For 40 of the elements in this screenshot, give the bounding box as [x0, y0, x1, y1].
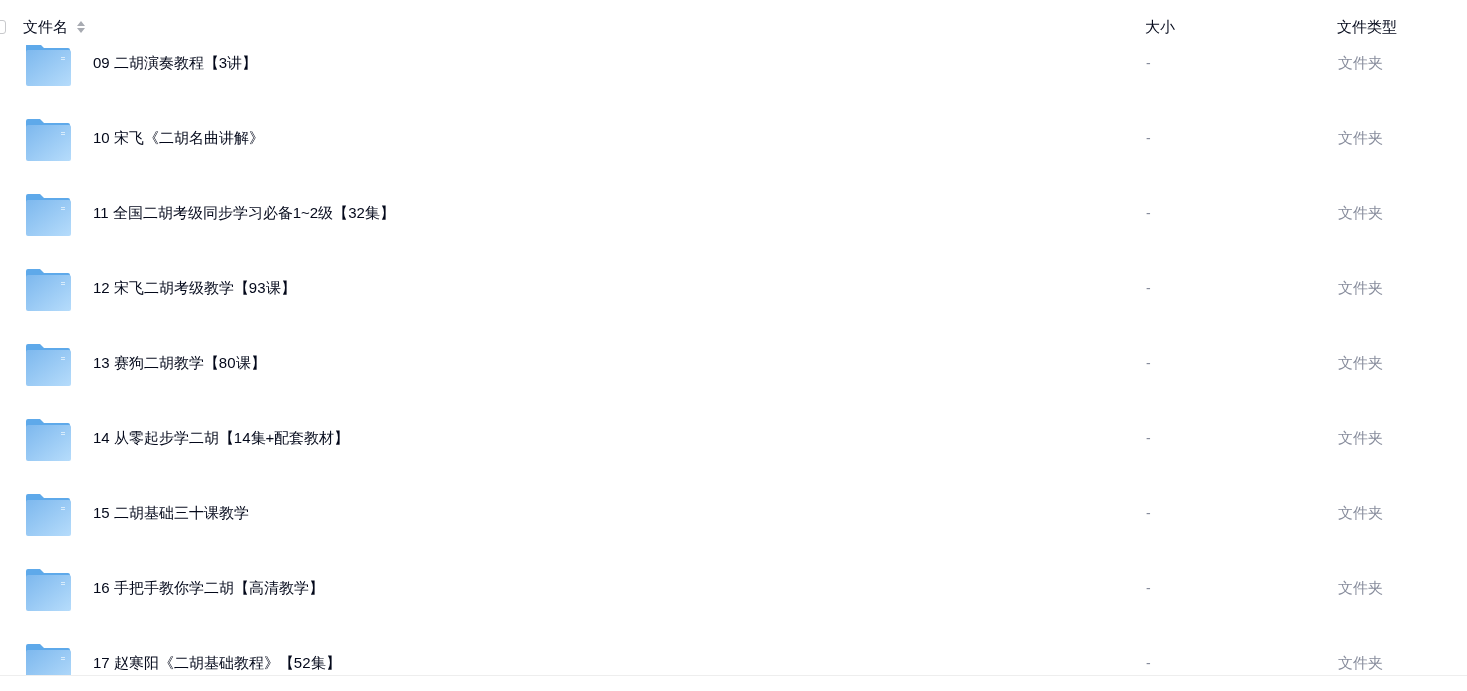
- folder-name[interactable]: 13 赛狗二胡教学【80课】: [93, 352, 266, 375]
- folder-name[interactable]: 17 赵寒阳《二胡基础教程》【52集】: [93, 652, 341, 675]
- folder-icon: [25, 269, 71, 311]
- column-header: 文件类型: [1337, 17, 1397, 37]
- sort-icon[interactable]: [77, 21, 85, 33]
- file-size: -: [1146, 54, 1151, 73]
- file-type: 文件夹: [1338, 128, 1383, 149]
- file-size: -: [1146, 354, 1151, 373]
- folder-icon: [25, 45, 71, 86]
- folder-icon: [25, 419, 71, 461]
- folder-name[interactable]: 14 从零起步学二胡【14集+配套教材】: [93, 427, 350, 450]
- folder-name[interactable]: 16 手把手教你学二胡【高清教学】: [93, 577, 324, 600]
- file-type: 文件夹: [1338, 578, 1383, 599]
- file-type: 文件夹: [1338, 53, 1383, 74]
- file-size: -: [1146, 204, 1151, 223]
- folder-name[interactable]: 12 宋飞二胡考级教学【93课】: [93, 277, 296, 300]
- folder-icon: [25, 569, 71, 611]
- file-size: -: [1146, 429, 1151, 448]
- folder-icon: [25, 194, 71, 236]
- folder-name[interactable]: 09 二胡演奏教程【3讲】: [93, 52, 258, 75]
- folder-icon: [25, 494, 71, 536]
- file-size: -: [1146, 129, 1151, 148]
- column-header: 大小: [1145, 17, 1175, 37]
- folder-icon: [25, 344, 71, 386]
- folder-icon: [25, 644, 71, 675]
- folder-name[interactable]: 10 宋飞《二胡名曲讲解》: [93, 127, 264, 150]
- folder-name[interactable]: 15 二胡基础三十课教学: [93, 502, 249, 525]
- file-type: 文件夹: [1338, 653, 1383, 674]
- column-header[interactable]: 文件名: [23, 17, 68, 37]
- file-type: 文件夹: [1338, 503, 1383, 524]
- file-type: 文件夹: [1338, 428, 1383, 449]
- file-size: -: [1146, 279, 1151, 298]
- file-type: 文件夹: [1338, 278, 1383, 299]
- folder-name[interactable]: 11 全国二胡考级同步学习必备1~2级【32集】: [93, 202, 395, 225]
- file-size: -: [1146, 504, 1151, 523]
- folder-icon: [25, 119, 71, 161]
- file-size: -: [1146, 579, 1151, 598]
- file-type: 文件夹: [1338, 203, 1383, 224]
- file-type: 文件夹: [1338, 353, 1383, 374]
- file-size: -: [1146, 654, 1151, 673]
